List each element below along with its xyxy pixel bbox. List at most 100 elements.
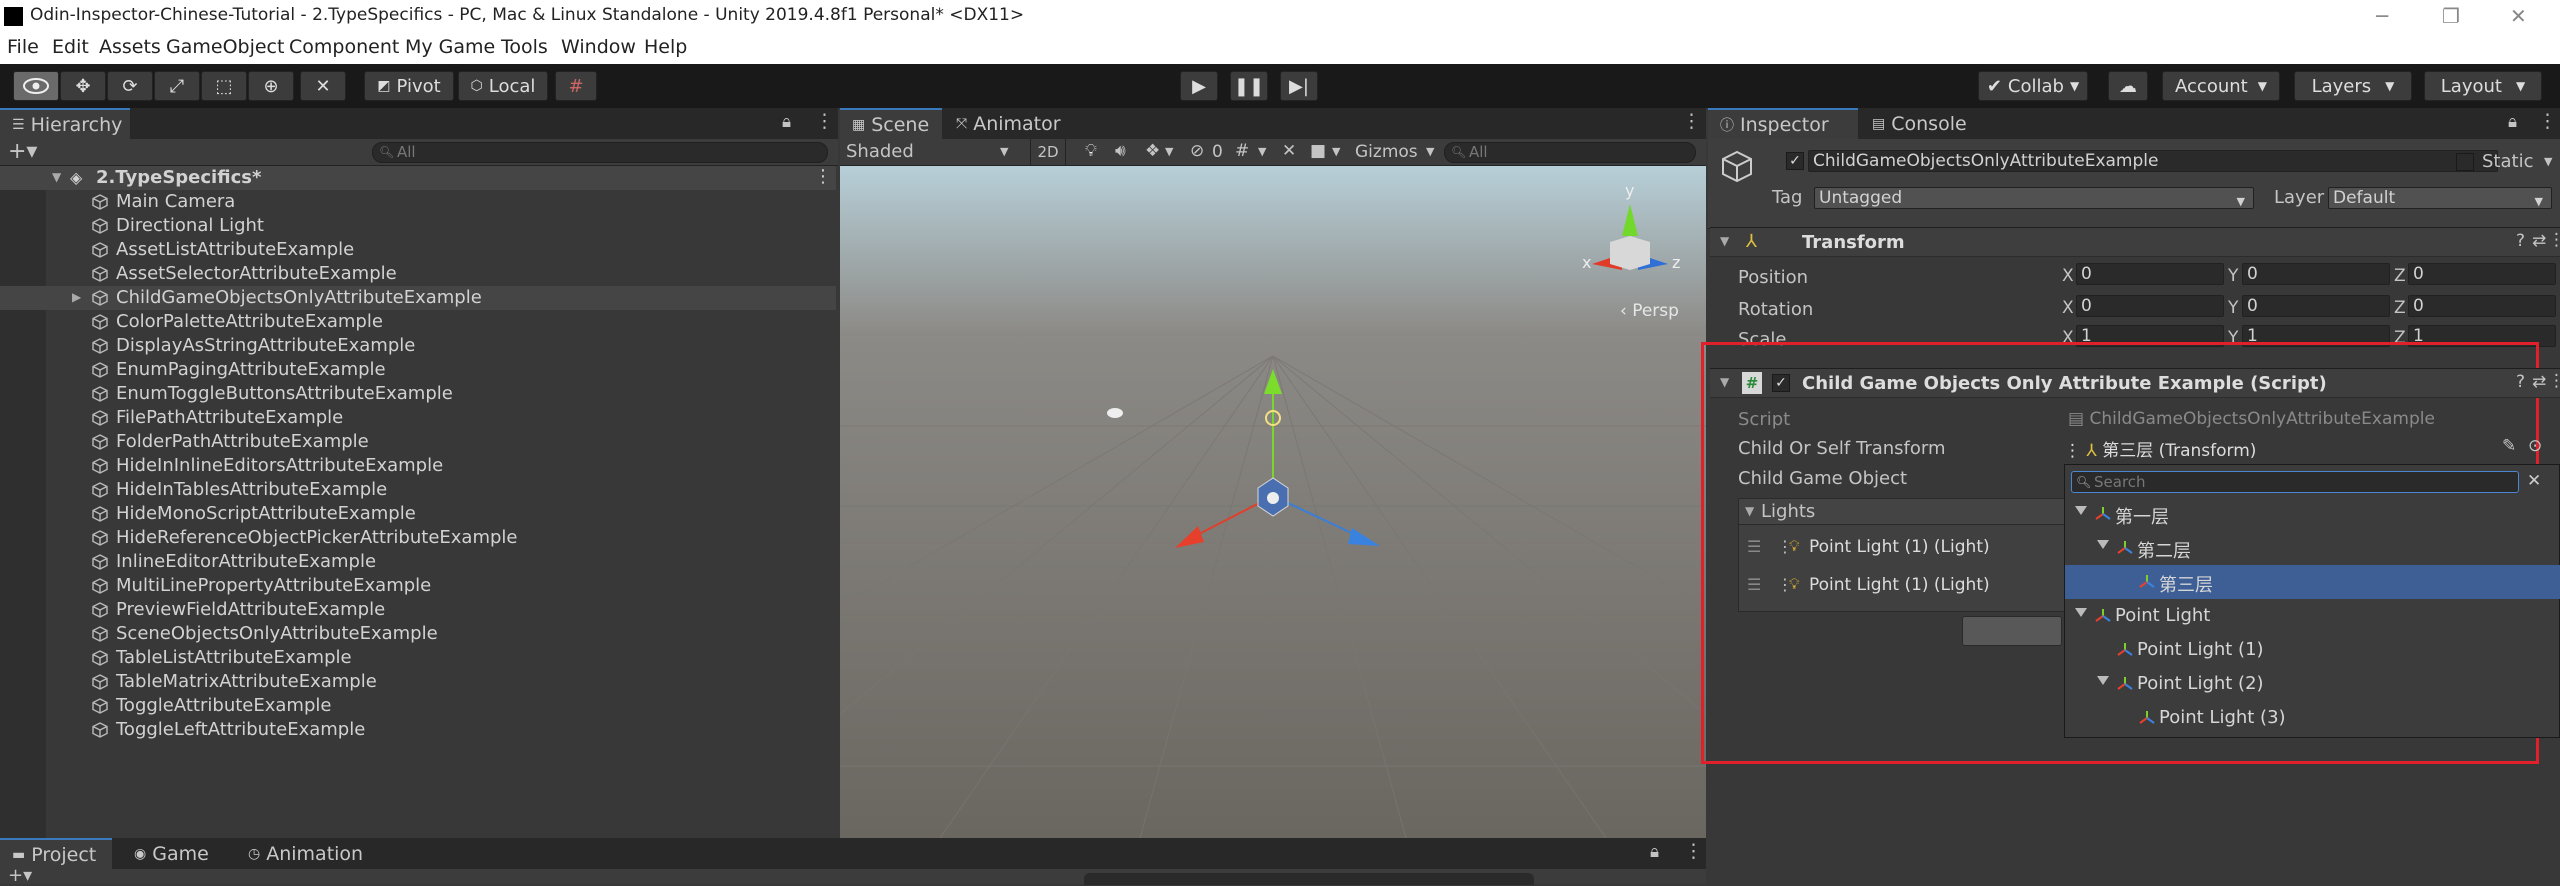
- tab-scene[interactable]: ▦ Scene: [840, 108, 942, 139]
- chevron-down-icon[interactable]: ▼: [2544, 155, 2552, 168]
- target-icon[interactable]: ⊙: [2528, 436, 2542, 456]
- help-icon[interactable]: ?: [2516, 372, 2525, 392]
- script-field[interactable]: ▤ ChildGameObjectsOnlyAttributeExample: [2068, 409, 2435, 429]
- position-x-label[interactable]: X: [2062, 266, 2074, 286]
- position-x-field[interactable]: 0: [2076, 263, 2224, 285]
- pause-button[interactable]: ❚❚: [1230, 71, 1268, 101]
- collab-dropdown[interactable]: ✔ Collab ▼: [1978, 71, 2088, 101]
- pivot-toggle[interactable]: ◩ Pivot: [364, 71, 454, 101]
- audio-icon[interactable]: 🔊︎: [1115, 141, 1126, 161]
- hierarchy-item[interactable]: HideInTablesAttributeExample: [0, 478, 836, 502]
- hierarchy-search-input[interactable]: All 🔍︎: [372, 142, 828, 163]
- collapse-arrow-icon[interactable]: ▼: [1720, 375, 1729, 389]
- hidden-objects-icon[interactable]: ⊘: [1190, 141, 1204, 161]
- hierarchy-item[interactable]: ToggleLeftAttributeExample: [0, 718, 836, 742]
- more-options-icon[interactable]: ⋮: [1684, 840, 1703, 862]
- preset-icon[interactable]: ⇄: [2532, 231, 2546, 251]
- scale-z-field[interactable]: 1: [2408, 325, 2556, 347]
- layers-dropdown[interactable]: Layers ▼: [2294, 71, 2412, 101]
- position-z-label[interactable]: Z: [2394, 266, 2406, 286]
- local-toggle[interactable]: ⬡ Local: [458, 71, 548, 101]
- preset-icon[interactable]: ⇄: [2532, 372, 2546, 392]
- script-component-header[interactable]: ▼ # ✓ Child Game Objects Only Attribute …: [1710, 368, 2560, 398]
- tab-game[interactable]: ◉ Game: [122, 838, 222, 869]
- hierarchy-item[interactable]: SceneObjectsOnlyAttributeExample: [0, 622, 836, 646]
- expand-arrow-icon[interactable]: [2075, 506, 2087, 515]
- drag-handle-icon[interactable]: ☰: [1747, 537, 1761, 556]
- picker-search-input[interactable]: 🔍︎ Search: [2071, 471, 2519, 493]
- lock-icon[interactable]: 🔒︎: [782, 112, 791, 132]
- position-y-field[interactable]: 0: [2242, 263, 2390, 285]
- rotate-tool-button[interactable]: ⟳: [107, 71, 153, 101]
- expand-arrow-icon[interactable]: [2097, 540, 2109, 549]
- tools-icon[interactable]: ✕: [1282, 141, 1296, 161]
- shading-mode-dropdown[interactable]: Shaded: [846, 141, 914, 162]
- camera-icon[interactable]: ■: [1310, 141, 1326, 161]
- more-options-icon[interactable]: ⋮: [815, 110, 834, 132]
- rect-tool-button[interactable]: ⬚: [201, 71, 247, 101]
- scale-y-label[interactable]: Y: [2228, 328, 2238, 348]
- lights-list-header[interactable]: ▼ Lights: [1739, 499, 2067, 525]
- rotation-z-label[interactable]: Z: [2394, 298, 2406, 318]
- persp-label[interactable]: ‹ Persp: [1620, 301, 1679, 321]
- hierarchy-item[interactable]: EnumPagingAttributeExample: [0, 358, 836, 382]
- scene-root-row[interactable]: ▼ ◈ 2.TypeSpecifics* ⋮: [0, 166, 836, 190]
- layer-dropdown[interactable]: Default ▼: [2328, 187, 2552, 209]
- hierarchy-item[interactable]: HideInInlineEditorsAttributeExample: [0, 454, 836, 478]
- menu-my-game[interactable]: My Game: [405, 36, 495, 58]
- 2d-toggle[interactable]: 2D: [1030, 139, 1066, 165]
- tab-hierarchy[interactable]: ☰ Hierarchy: [0, 108, 130, 139]
- hierarchy-item[interactable]: MultiLinePropertyAttributeExample: [0, 574, 836, 598]
- menu-window[interactable]: Window: [561, 36, 636, 58]
- edit-pencil-icon[interactable]: ✎: [2502, 436, 2516, 456]
- scale-y-field[interactable]: 1: [2242, 325, 2390, 347]
- add-component-button[interactable]: [1962, 616, 2062, 646]
- transform-header[interactable]: ▼ ⅄ Transform ? ⇄ ⋮: [1710, 227, 2560, 257]
- lock-icon[interactable]: 🔒︎: [1650, 842, 1659, 862]
- scale-tool-button[interactable]: ⤢: [154, 71, 200, 101]
- more-options-icon[interactable]: ⋮: [2538, 110, 2557, 132]
- hierarchy-item[interactable]: HideMonoScriptAttributeExample: [0, 502, 836, 526]
- hierarchy-item[interactable]: PreviewFieldAttributeExample: [0, 598, 836, 622]
- lights-list-item[interactable]: ☰ ⋮ 💡︎ Point Light (1) (Light): [1739, 533, 2067, 565]
- gizmos-dropdown[interactable]: Gizmos: [1355, 142, 1418, 162]
- hierarchy-item[interactable]: TableListAttributeExample: [0, 646, 836, 670]
- cloud-button[interactable]: ☁: [2108, 71, 2148, 101]
- add-asset-icon[interactable]: +▾: [8, 865, 32, 886]
- picker-tree-item[interactable]: 第一层: [2065, 497, 2560, 531]
- scale-x-label[interactable]: X: [2062, 328, 2074, 348]
- collapse-arrow-icon[interactable]: ▼: [1745, 504, 1754, 518]
- grid-toggle-icon[interactable]: #: [1235, 141, 1249, 161]
- rotation-x-field[interactable]: 0: [2076, 295, 2224, 317]
- hierarchy-item[interactable]: ▶ ChildGameObjectsOnlyAttributeExample: [0, 286, 836, 310]
- more-options-icon[interactable]: ⋮: [2548, 230, 2560, 250]
- minimize-icon[interactable]: ─: [2376, 4, 2388, 28]
- hierarchy-item[interactable]: DisplayAsStringAttributeExample: [0, 334, 836, 358]
- menu-file[interactable]: File: [7, 36, 39, 58]
- rotation-x-label[interactable]: X: [2062, 298, 2074, 318]
- menu-gameobject[interactable]: GameObject: [166, 36, 284, 58]
- rotation-y-label[interactable]: Y: [2228, 298, 2238, 318]
- object-name-field[interactable]: ChildGameObjectsOnlyAttributeExample: [1808, 150, 2498, 172]
- collapse-arrow-icon[interactable]: ▼: [1720, 234, 1729, 248]
- rotation-y-field[interactable]: 0: [2242, 295, 2390, 317]
- hierarchy-item[interactable]: AssetListAttributeExample: [0, 238, 836, 262]
- scene-options-icon[interactable]: ⋮: [814, 166, 832, 187]
- expand-arrow-icon[interactable]: ▶: [72, 290, 81, 304]
- expand-arrow-icon[interactable]: [2075, 608, 2087, 617]
- picker-tree-item[interactable]: Point Light (3): [2065, 701, 2560, 735]
- layout-dropdown[interactable]: Layout ▼: [2424, 71, 2542, 101]
- add-object-icon[interactable]: +▾: [8, 139, 37, 164]
- account-dropdown[interactable]: Account ▼: [2162, 71, 2280, 101]
- expand-arrow-icon[interactable]: [2097, 676, 2109, 685]
- expand-arrow-icon[interactable]: ▼: [52, 170, 61, 184]
- menu-edit[interactable]: Edit: [52, 36, 89, 58]
- transform-tool-button[interactable]: ⊕: [248, 71, 294, 101]
- script-enabled-checkbox[interactable]: ✓: [1772, 374, 1790, 392]
- picker-tree-item[interactable]: Point Light (1): [2065, 633, 2560, 667]
- effects-icon[interactable]: ❖: [1145, 141, 1160, 161]
- custom-tool-button[interactable]: ✕: [300, 71, 346, 101]
- hierarchy-item[interactable]: FolderPathAttributeExample: [0, 430, 836, 454]
- static-checkbox[interactable]: [2456, 153, 2474, 171]
- rotation-z-field[interactable]: 0: [2408, 295, 2556, 317]
